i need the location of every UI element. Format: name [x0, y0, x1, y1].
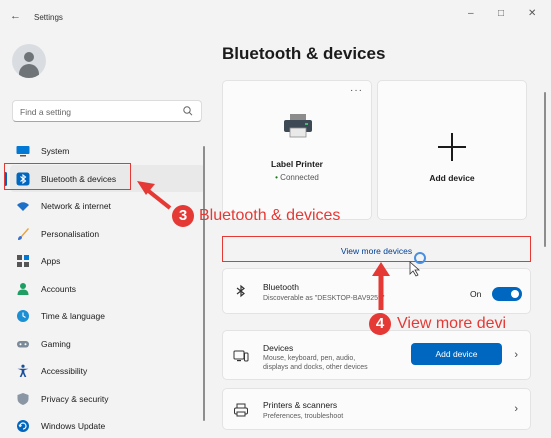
cursor-icon	[409, 252, 426, 277]
annotation-step-4-text: View more devi	[397, 315, 507, 332]
annotation-step-3-badge: 3	[172, 205, 194, 227]
annotation-arrow-4-icon	[372, 262, 390, 310]
annotation-arrow-3-icon	[137, 181, 172, 210]
annotation-step-4-badge: 4	[369, 313, 391, 335]
annotation-step-3-text: Bluetooth & devices	[199, 207, 341, 224]
